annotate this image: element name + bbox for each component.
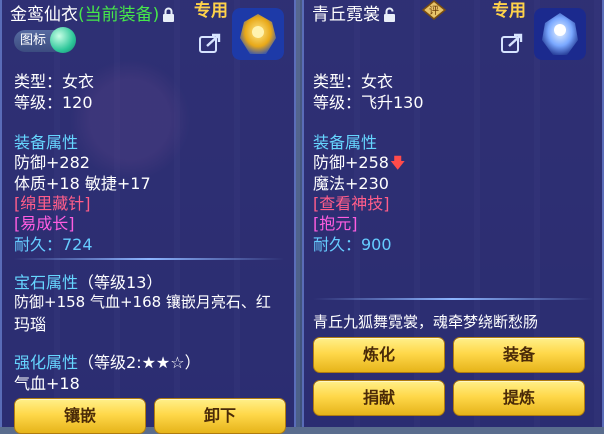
exclusive-label: 专用 xyxy=(194,1,228,21)
current-equipment-tag: (当前装备) xyxy=(78,5,160,25)
gem-section-header: 宝石属性（等级13） xyxy=(14,269,162,293)
decrease-arrow-icon: 🡇 xyxy=(389,154,406,172)
equip-button[interactable]: 装备 xyxy=(453,337,585,373)
item-title: 金鸾仙衣(当前装备) xyxy=(10,0,175,25)
compare-item-name: 青丘霓裳 xyxy=(312,5,380,25)
item-description: 青丘九狐舞霓裳，魂牵梦绕断愁肠 xyxy=(313,313,539,331)
toggle-orb-icon xyxy=(50,27,77,53)
refine-button[interactable]: 炼化 xyxy=(313,337,445,373)
exclusive-label: 专用 xyxy=(492,1,526,21)
inlay-button[interactable]: 镶嵌 xyxy=(14,398,146,434)
section-divider xyxy=(313,298,593,300)
unequip-button[interactable]: 卸下 xyxy=(154,398,286,434)
enhance-level: （等级2:★★☆） xyxy=(78,353,201,372)
compare-item-panel: 青丘霓裳 评 专用 类型：女衣 等级：飞升130 装备属性 防御+258🡇 魔法… xyxy=(302,0,604,427)
lock-icon[interactable] xyxy=(162,7,175,23)
gem-attrs-line2: 玛瑙 xyxy=(14,315,47,334)
share-icon[interactable] xyxy=(198,32,222,54)
unlock-icon[interactable] xyxy=(383,7,397,23)
gem-section-title: 宝石属性 xyxy=(14,273,79,292)
item-level: 等级：120 xyxy=(14,93,93,112)
durability: 耐久：900 xyxy=(313,235,392,254)
section-divider xyxy=(14,258,284,260)
icon-toggle-badge[interactable]: 图标 xyxy=(14,27,77,53)
donate-button[interactable]: 捐献 xyxy=(313,380,445,416)
appraise-icon[interactable]: 评 xyxy=(422,0,446,20)
icon-toggle-label: 图标 xyxy=(20,33,47,48)
item-name: 金鸾仙衣 xyxy=(10,5,78,25)
gem-level: （等级13） xyxy=(78,273,163,292)
durability: 耐久：724 xyxy=(14,235,93,254)
gem-attrs-line1: 防御+158 气血+168 镶嵌月亮石、红 xyxy=(14,293,271,311)
armor-item-icon xyxy=(534,8,586,60)
enhance-attr: 气血+18 xyxy=(14,374,80,393)
svg-text:评: 评 xyxy=(429,5,439,17)
item-level: 等级：飞升130 xyxy=(313,93,424,112)
extract-button[interactable]: 提炼 xyxy=(453,380,585,416)
share-icon[interactable] xyxy=(500,32,524,54)
compare-item-title: 青丘霓裳 xyxy=(312,0,397,25)
armor-item-icon xyxy=(232,8,284,60)
equipped-item-panel: 金鸾仙衣(当前装备) 专用 图标 类型：女衣 等级：120 装备属性 防御+28… xyxy=(0,0,296,434)
